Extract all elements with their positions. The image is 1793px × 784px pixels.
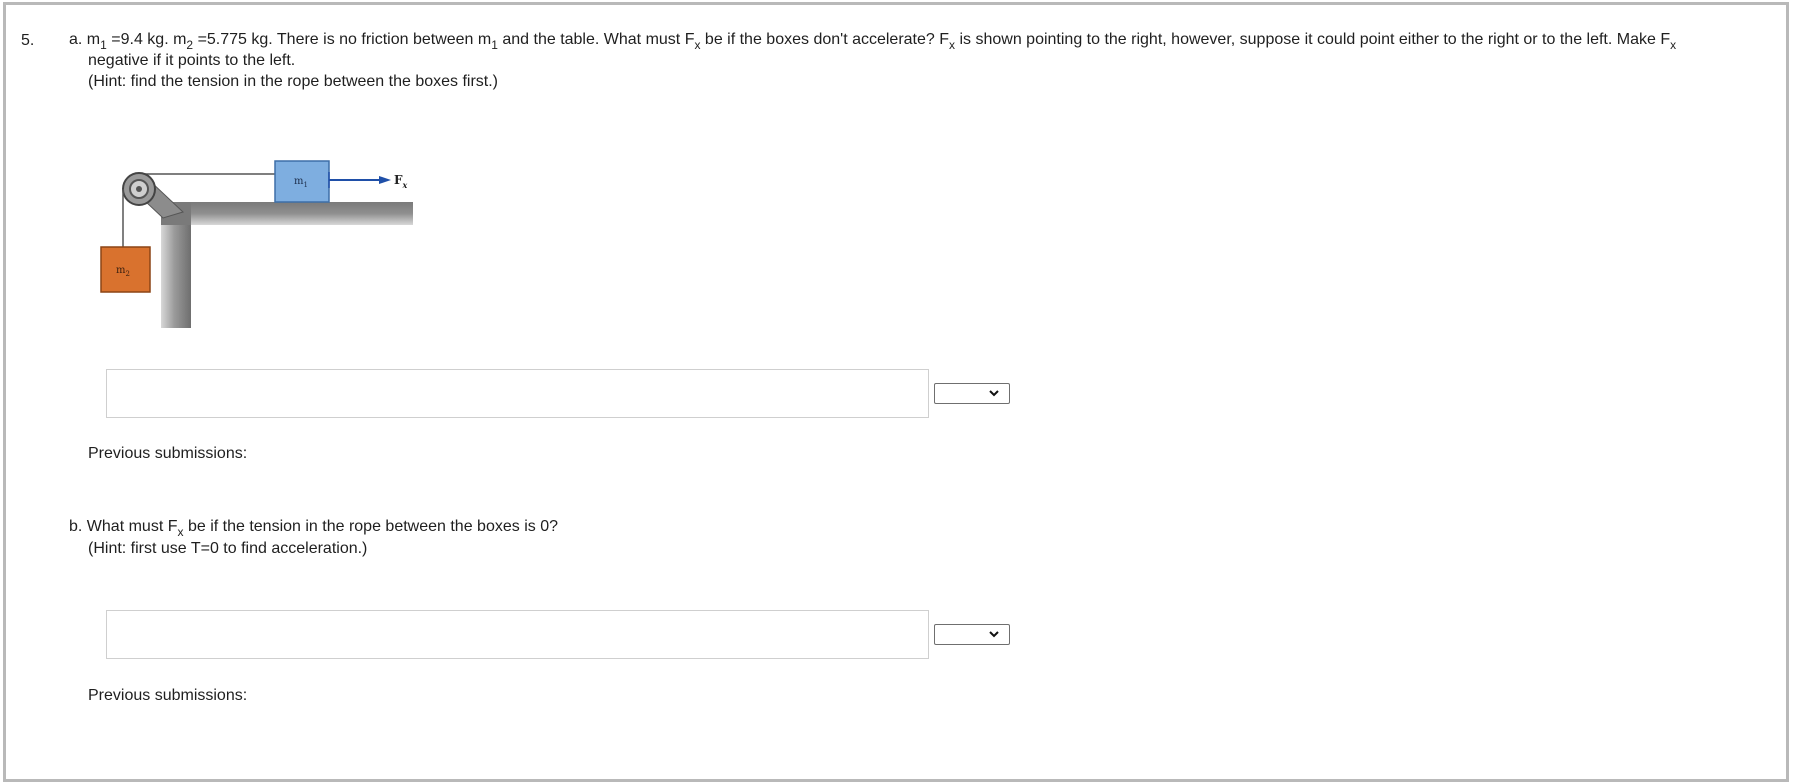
part-b-previous-submissions: Previous submissions: — [88, 687, 248, 704]
part-a-prompt-line1: a. m1 =9.4 kg. m2 =5.775 kg. There is no… — [69, 29, 1677, 52]
part-a-previous-submissions: Previous submissions: — [88, 445, 248, 462]
part-b-label: b. — [69, 518, 83, 535]
m2-value-text: =5.775 kg. There is no friction between — [197, 31, 474, 48]
fx2-symbol: F — [939, 31, 950, 48]
question-number: 5. — [21, 32, 35, 49]
part-b-prompt: b. What must Fx be if the tension in the… — [69, 516, 558, 539]
part-a-hint: (Hint: find the tension in the rope betw… — [88, 73, 499, 90]
part-a-label: a. — [69, 31, 83, 48]
fx2-subscript: x — [949, 38, 956, 52]
m1-value: =9.4 kg. — [111, 31, 169, 48]
chevron-down-icon — [989, 631, 999, 638]
force-arrow-head — [379, 176, 391, 184]
part-b-answer-input[interactable] — [106, 610, 929, 659]
question-frame: 5. a. m1 =9.4 kg. m2 =5.775 kg. There is… — [3, 2, 1789, 782]
pulley-axle — [136, 186, 142, 192]
part-b-fx-subscript: x — [177, 525, 184, 539]
part-a-unit-select[interactable] — [934, 383, 1010, 404]
text-after-fx1: be if the boxes don't accelerate? — [704, 31, 935, 48]
fx3-subscript: x — [1670, 38, 1677, 52]
m1b-subscript: 1 — [491, 38, 498, 52]
text-after-fx2: is shown pointing to the right, however,… — [959, 31, 1656, 48]
pulley-diagram: m2 m1 Fx — [100, 160, 413, 328]
part-b-text-after: be if the tension in the rope between th… — [187, 518, 558, 535]
part-a-prompt-line2: negative if it points to the left. — [88, 52, 296, 69]
part-a-answer-input[interactable] — [106, 369, 929, 418]
force-label: Fx — [394, 173, 408, 190]
m2-symbol: m — [173, 31, 187, 48]
m1-symbol: m — [86, 31, 101, 48]
text-after-m1: and the table. What must — [502, 31, 681, 48]
part-b-hint: (Hint: first use T=0 to find acceleratio… — [88, 540, 368, 557]
part-b-fx-symbol: F — [167, 518, 178, 535]
fx3-symbol: F — [1660, 31, 1671, 48]
fx1-subscript: x — [694, 38, 701, 52]
fx1-symbol: F — [684, 31, 695, 48]
m1b-symbol: m — [477, 31, 492, 48]
part-b-text-before: What must — [86, 518, 164, 535]
chevron-down-icon — [989, 390, 999, 397]
part-b-unit-select[interactable] — [934, 624, 1010, 645]
table-top — [161, 202, 413, 225]
